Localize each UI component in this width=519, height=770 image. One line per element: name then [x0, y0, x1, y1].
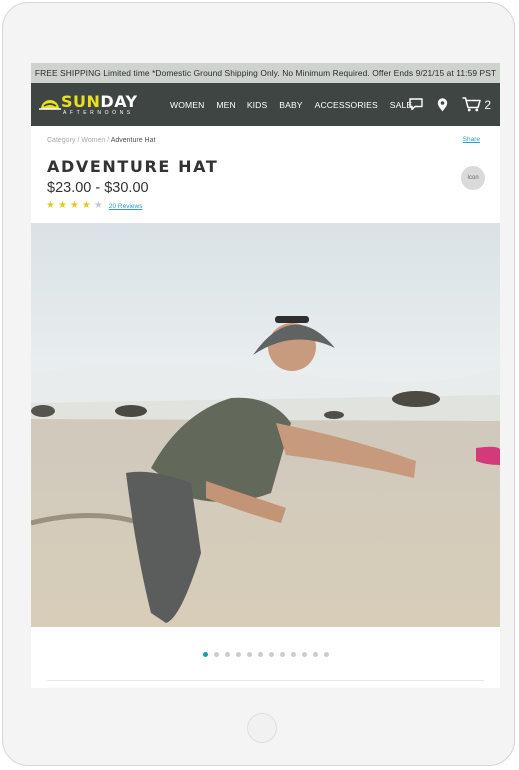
brand-logo[interactable]: SUNDAY AFTERNOONS [39, 93, 159, 117]
gallery-dot[interactable] [279, 652, 285, 657]
chat-icon[interactable] [409, 98, 424, 111]
nav-item-women[interactable]: WOMEN [170, 100, 204, 110]
cart-count: 2 [484, 97, 491, 112]
promo-banner: FREE SHIPPING Limited time *Domestic Gro… [31, 63, 500, 83]
brand-wordmark: SUNDAY [61, 92, 138, 111]
nav-item-kids[interactable]: KIDS [247, 100, 267, 110]
gallery-dot[interactable] [312, 652, 318, 657]
product-title: ADVENTURE HAT [47, 157, 219, 176]
star-icon: ★ [81, 200, 91, 211]
reviews-link[interactable]: 20 Reviews [109, 203, 143, 210]
breadcrumb-current: Adventure Hat [110, 137, 156, 144]
star-icon: ★ [46, 200, 55, 211]
gallery-dot[interactable] [290, 652, 296, 657]
section-divider [47, 680, 484, 681]
main-menu: WOMEN MEN KIDS BABY ACCESSORIES SALE [170, 83, 424, 126]
share-link[interactable]: Share [463, 136, 480, 143]
nav-item-men[interactable]: MEN [216, 100, 235, 110]
gallery-dot[interactable] [224, 652, 230, 657]
device-home-button[interactable] [247, 713, 277, 743]
breadcrumb: Category / Women / Adventure Hat [47, 137, 155, 144]
gallery-pagination [31, 652, 500, 657]
sun-logo-icon [39, 100, 61, 110]
rating-stars: ★ ★ ★ ★ ★ 20 Reviews [46, 201, 142, 211]
product-price: $23.00 - $30.00 [47, 180, 149, 196]
star-icon: ★ [57, 200, 67, 211]
breadcrumb-path[interactable]: Category / Women / [47, 137, 111, 144]
tablet-screen: FREE SHIPPING Limited time *Domestic Gro… [31, 63, 500, 688]
gallery-dot[interactable] [213, 652, 219, 657]
location-pin-icon[interactable] [437, 97, 448, 112]
star-icon: ★ [93, 200, 103, 211]
gallery-dot[interactable] [323, 652, 329, 657]
nav-item-accessories[interactable]: ACCESSORIES [315, 100, 378, 110]
cart-button[interactable]: 2 [462, 97, 491, 112]
product-photo[interactable] [31, 223, 500, 627]
product-icon-badge[interactable]: Icon [461, 166, 485, 190]
gallery-dot[interactable] [235, 652, 241, 657]
brand-subline: AFTERNOONS [63, 110, 134, 116]
gallery-dot[interactable] [301, 652, 307, 657]
cart-icon [462, 97, 482, 112]
tablet-frame: FREE SHIPPING Limited time *Domestic Gro… [2, 2, 515, 766]
gallery-dot[interactable] [268, 652, 274, 657]
gallery-dot[interactable] [202, 652, 208, 657]
nav-icon-group: 2 [395, 83, 491, 126]
gallery-dot[interactable] [246, 652, 252, 657]
star-icon: ★ [69, 200, 79, 211]
gallery-dot[interactable] [257, 652, 263, 657]
top-navigation: SUNDAY AFTERNOONS WOMEN MEN KIDS BABY AC… [31, 83, 500, 126]
nav-item-baby[interactable]: BABY [279, 100, 302, 110]
